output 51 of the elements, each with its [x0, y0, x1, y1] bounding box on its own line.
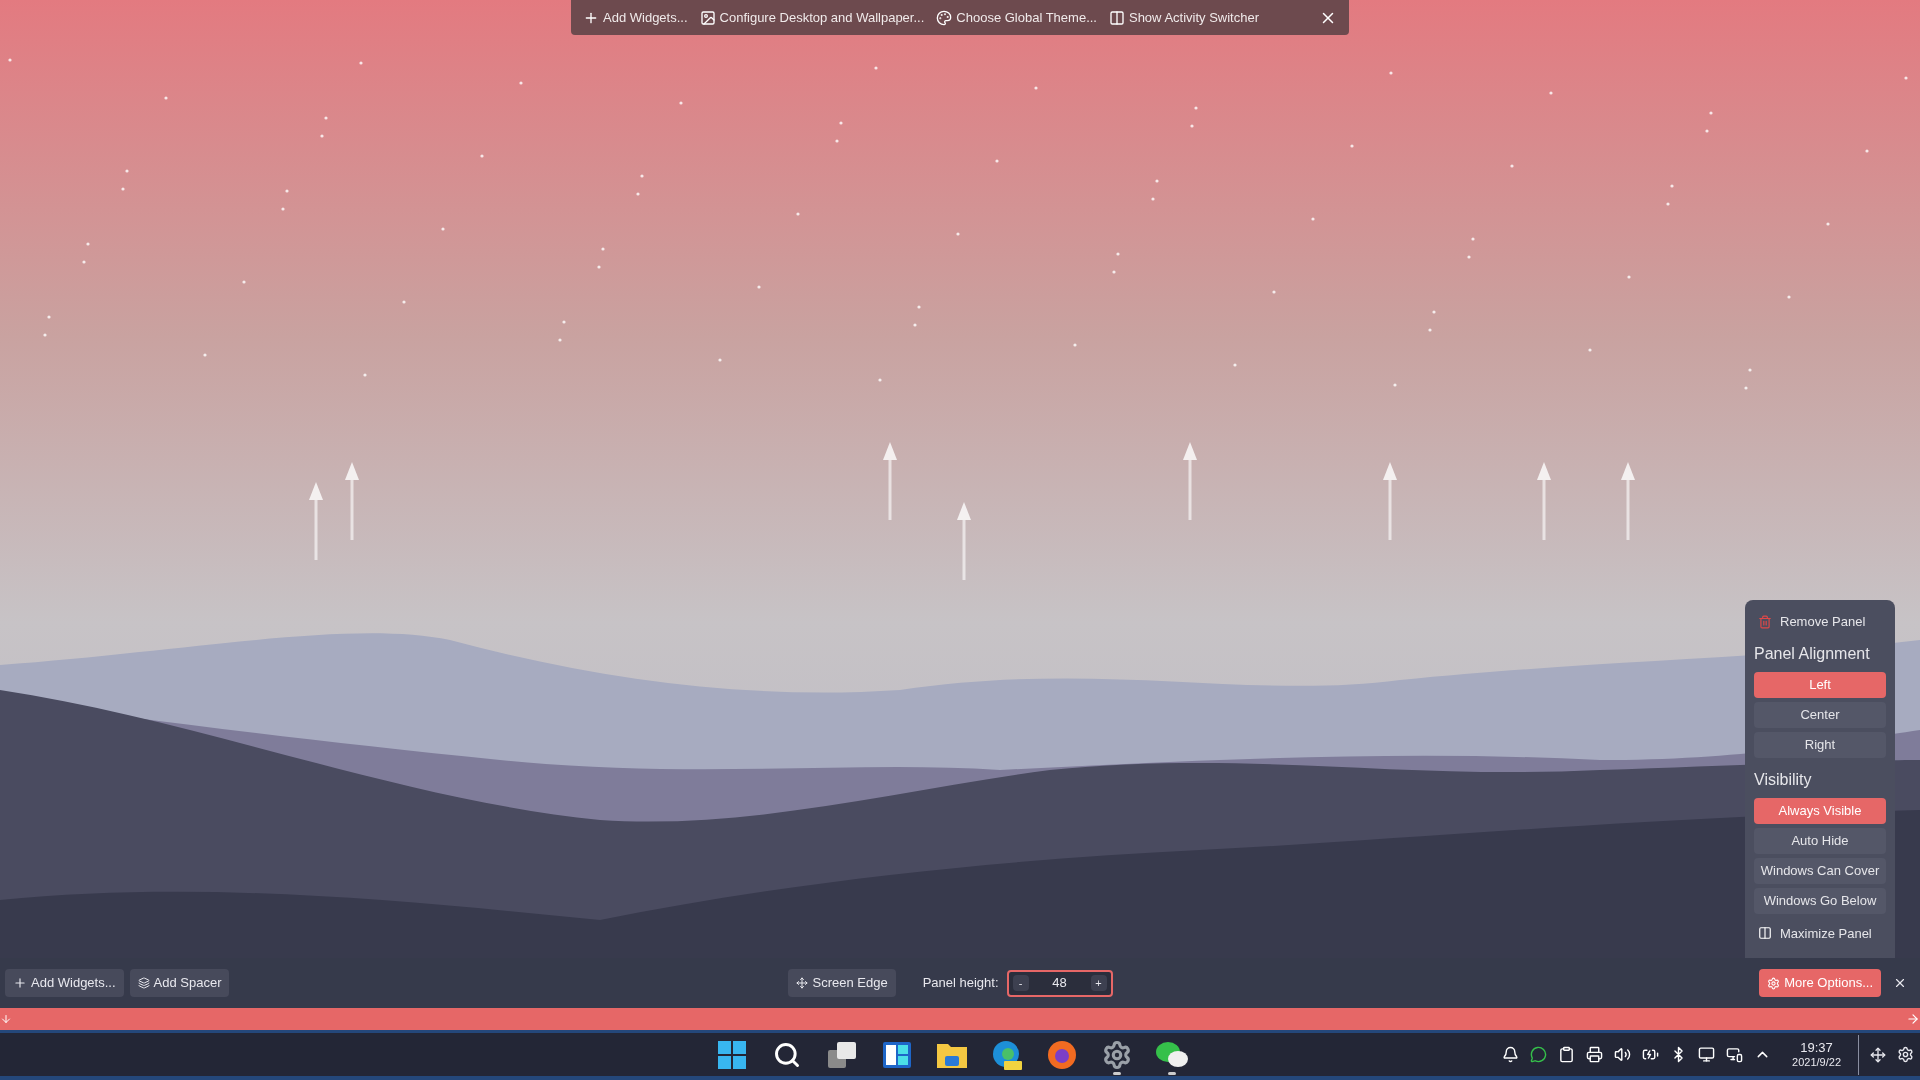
windows-logo-icon — [718, 1040, 746, 1069]
option-button[interactable]: Center — [1754, 701, 1886, 728]
search-icon — [773, 1040, 801, 1069]
task-view-icon — [828, 1041, 856, 1068]
toolbar-button[interactable]: Choose Global Theme... — [936, 7, 1097, 28]
option-button[interactable]: Windows Go Below — [1754, 887, 1886, 914]
close-button[interactable] — [1893, 976, 1907, 990]
palette-icon — [936, 9, 953, 26]
folder-icon — [937, 1041, 967, 1068]
clock-date: 2021/9/22 — [1792, 1055, 1841, 1070]
chat-icon[interactable] — [1530, 1046, 1548, 1063]
image-icon — [699, 9, 716, 26]
clock-time: 19:37 — [1800, 1039, 1833, 1056]
browser-icon — [992, 1039, 1022, 1070]
clock[interactable]: 19:37 2021/9/22 — [1792, 1039, 1841, 1070]
panel-height-label: Panel height: — [922, 974, 999, 993]
gear-icon — [1102, 1039, 1132, 1070]
chat-bubbles-icon — [1156, 1040, 1188, 1069]
monitor-icon[interactable] — [1698, 1046, 1716, 1063]
speaker-icon[interactable] — [1614, 1046, 1632, 1063]
add-widgets-button[interactable]: Add Widgets... — [5, 969, 124, 997]
section-heading: Visibility — [1754, 769, 1813, 790]
toolbar-button[interactable]: Configure Desktop and Wallpaper... — [699, 7, 925, 28]
arrow-down-icon — [0, 1013, 12, 1025]
option-button[interactable]: Auto Hide — [1754, 827, 1886, 854]
settings-icon[interactable] — [1897, 1046, 1914, 1063]
columns-icon — [1108, 9, 1125, 26]
panel-height-field[interactable]: - 48 + — [1006, 969, 1113, 997]
move-icon — [796, 977, 809, 989]
toolbar-button[interactable]: Show Activity Switcher — [1108, 7, 1259, 28]
add-spacer-button[interactable]: Add Spacer — [129, 969, 230, 997]
section-heading: Panel Alignment — [1754, 643, 1871, 664]
height-value: 48 — [1051, 974, 1068, 993]
settings-icon — [1767, 976, 1781, 990]
browser-icon — [1047, 1039, 1077, 1070]
screen-edge-button[interactable]: Screen Edge — [788, 969, 896, 997]
remove-panel-button[interactable]: Remove Panel — [1758, 612, 1866, 632]
move-icon[interactable] — [1870, 1046, 1886, 1063]
clipboard-icon[interactable] — [1558, 1046, 1576, 1063]
maximize-panel-button[interactable]: Maximize Panel — [1758, 923, 1872, 943]
increment-button[interactable]: + — [1090, 975, 1107, 991]
toolbar-button[interactable]: Add Widgets... — [583, 7, 688, 28]
close-icon — [1893, 976, 1907, 990]
decrement-button[interactable]: - — [1012, 975, 1029, 991]
option-button[interactable]: Windows Can Cover — [1754, 857, 1886, 884]
option-button[interactable]: Right — [1754, 731, 1886, 758]
widgets-icon — [883, 1041, 911, 1068]
printer-icon[interactable] — [1586, 1046, 1604, 1063]
bell-icon[interactable] — [1502, 1046, 1520, 1063]
plus-icon — [13, 976, 27, 990]
trash-icon — [1758, 614, 1772, 629]
